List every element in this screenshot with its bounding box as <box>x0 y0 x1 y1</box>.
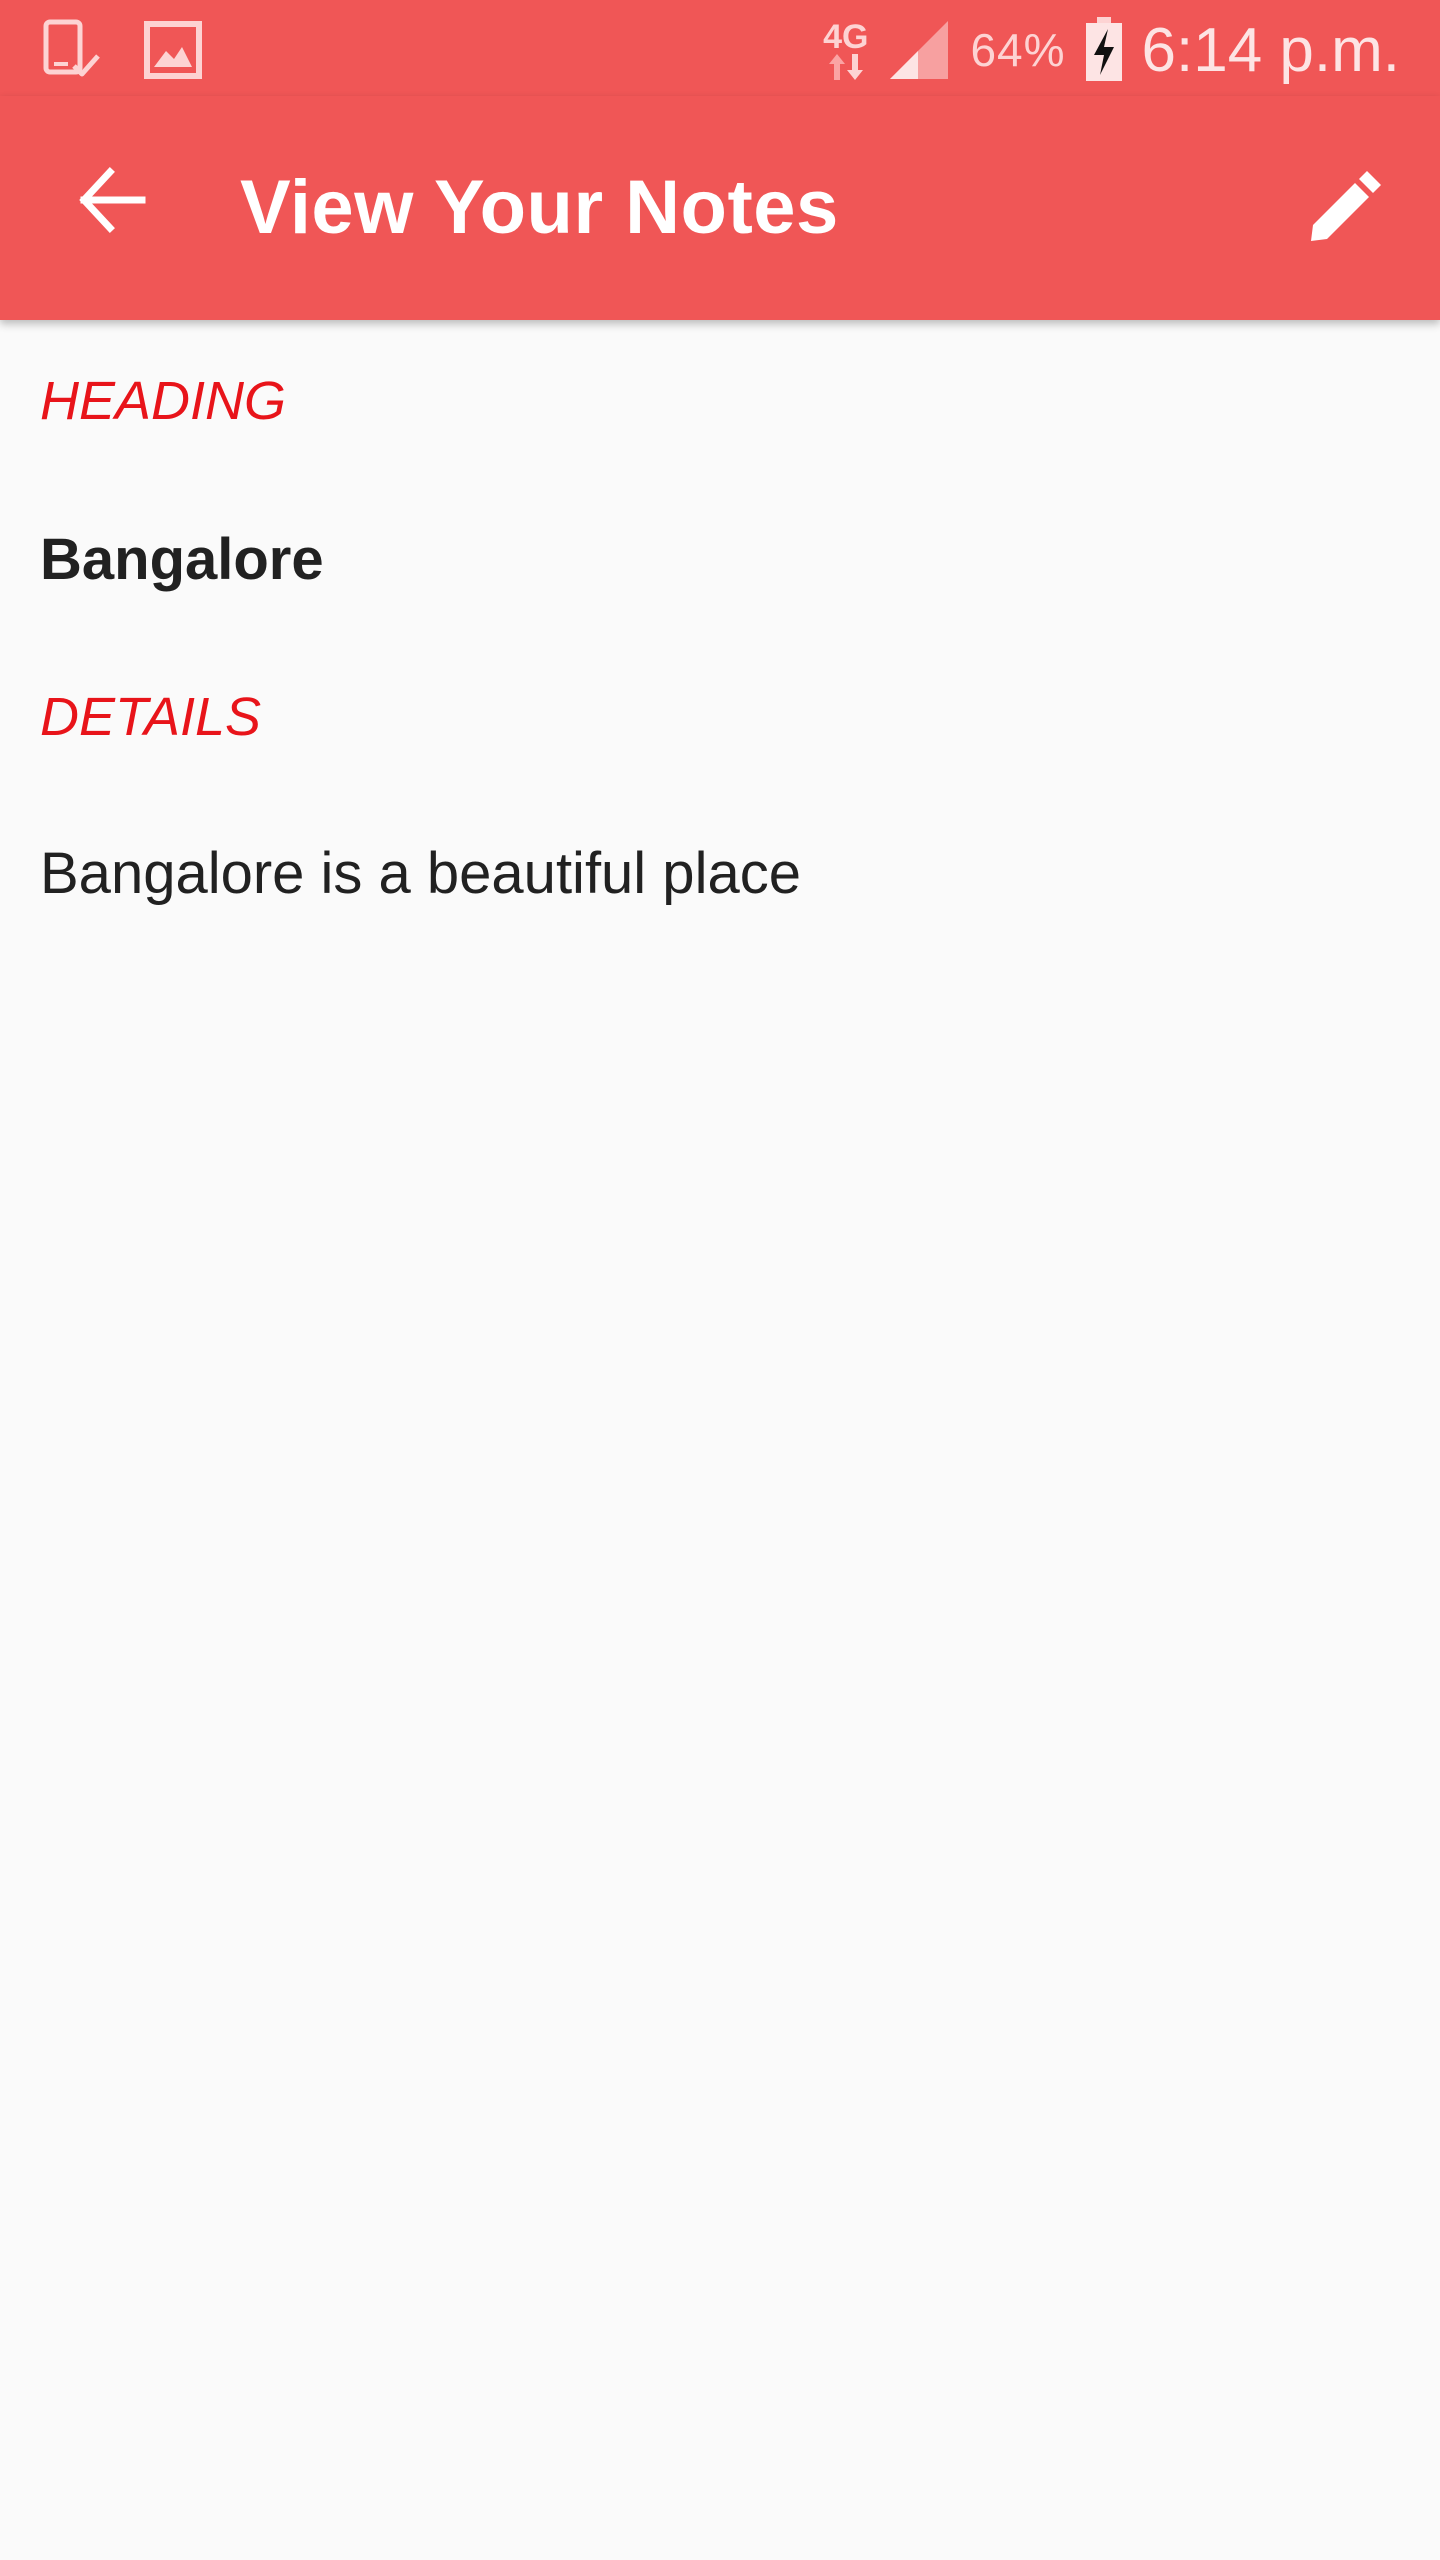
battery-percent: 64% <box>970 24 1066 76</box>
status-bar: 4G 64% 6:14 p.m. <box>0 0 1440 96</box>
back-button[interactable] <box>64 152 160 248</box>
clock: 6:14 p.m. <box>1141 15 1400 85</box>
details-label: DETAILS <box>40 687 262 747</box>
note-heading: Bangalore <box>40 527 324 592</box>
arrow-back-icon <box>79 167 146 233</box>
app-bar: View Your Notes <box>0 96 1440 320</box>
edit-button[interactable] <box>1290 152 1400 262</box>
image-icon <box>144 21 202 79</box>
battery-charging-icon <box>1084 17 1124 83</box>
signal-strength-icon <box>886 17 952 83</box>
network-indicator: 4G <box>823 20 868 80</box>
heading-label: HEADING <box>40 371 287 431</box>
device-check-icon <box>40 18 104 82</box>
page-title: View Your Notes <box>240 165 839 250</box>
pencil-icon <box>1311 171 1381 241</box>
data-arrows-icon <box>828 54 863 80</box>
note-details: Bangalore is a beautiful place <box>40 841 801 906</box>
note-view-screen: 4G 64% 6:14 p.m. View Your Notes HEADING… <box>0 0 1440 2560</box>
system-icons: 4G 64% 6:14 p.m. <box>823 0 1400 100</box>
network-type-label: 4G <box>823 18 869 56</box>
notification-icons <box>40 18 202 82</box>
